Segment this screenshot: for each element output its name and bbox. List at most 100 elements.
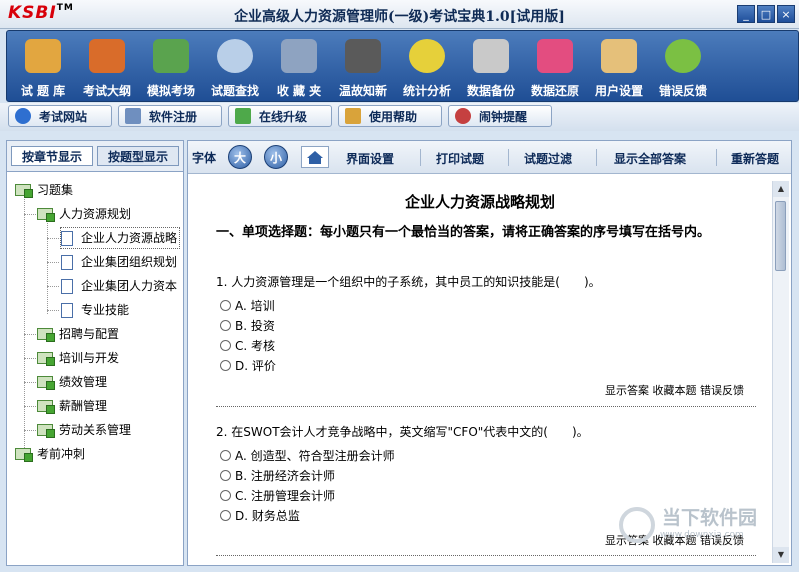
tree-node-hr-strategy[interactable]: 企业人力资源战略 — [59, 227, 181, 249]
restart-answers-button[interactable]: 重新答题 — [731, 150, 779, 167]
print-questions-button[interactable]: 打印试题 — [436, 150, 484, 167]
scroll-down-arrow[interactable]: ▼ — [773, 547, 789, 563]
filter-questions-button[interactable]: 试题过滤 — [524, 150, 572, 167]
restore-icon — [537, 39, 573, 73]
main-toolbar: 试 题 库 考试大纲 模拟考场 试题查找 收 藏 夹 温故知新 统计分析 数据备… — [6, 30, 799, 102]
board-icon — [345, 39, 381, 73]
question-2-option-a[interactable]: A. 创造型、符合型注册会计师 — [220, 447, 395, 464]
close-button[interactable]: × — [777, 5, 795, 23]
folder-icon — [37, 352, 55, 366]
tree-node-exercises[interactable]: 习题集 — [15, 180, 73, 200]
radio-button[interactable] — [220, 490, 231, 501]
refresh-icon — [665, 39, 701, 73]
vertical-scrollbar[interactable]: ▲ ▼ — [772, 181, 789, 563]
folder-icon — [37, 400, 55, 414]
folder-icon — [37, 424, 55, 438]
watermark-text: 当下软件园 — [662, 507, 758, 529]
scrollbar-thumb[interactable] — [775, 201, 786, 271]
pie-chart-icon — [409, 39, 445, 73]
radio-button[interactable] — [220, 450, 231, 461]
question-1-option-d[interactable]: D. 评价 — [220, 357, 276, 374]
tree-node-professional-skills[interactable]: 专业技能 — [61, 300, 129, 320]
radio-button[interactable] — [220, 470, 231, 481]
toolbar-question-bank[interactable]: 试 题 库 — [11, 31, 75, 101]
calendar-icon — [89, 39, 125, 73]
question-2-option-d[interactable]: D. 财务总监 — [220, 507, 300, 524]
folder-icon — [37, 208, 55, 222]
page-title: 企业人力资源战略规划 — [404, 193, 555, 211]
toolbar-mock-exam[interactable]: 模拟考场 — [139, 31, 203, 101]
exam-website-button[interactable]: 考试网站 — [8, 105, 112, 127]
radio-button[interactable] — [220, 300, 231, 311]
question-1-text: 1. 人力资源管理是一个组织中的子系统，其中员工的知识技能是( )。 — [216, 275, 601, 289]
toolbar-favorites[interactable]: 收 藏 夹 — [267, 31, 331, 101]
maximize-button[interactable]: □ — [757, 5, 775, 23]
question-2-text: 2. 在SWOT会计人才竞争战略中，英文缩写"CFO"代表中文的( )。 — [216, 425, 589, 439]
radio-button[interactable] — [220, 320, 231, 331]
tree-node-training[interactable]: 培训与开发 — [37, 348, 119, 368]
download-icon — [235, 108, 251, 124]
question-1-option-c[interactable]: C. 考核 — [220, 337, 275, 354]
alarm-icon — [455, 108, 471, 124]
title-bar: KSBITM 企业高级人力资源管理师(一级)考试宝典1.0[试用版] _ □ × — [0, 0, 799, 29]
watermark-url: www.downxia.com — [660, 530, 744, 540]
toolbar-statistics[interactable]: 统计分析 — [395, 31, 459, 101]
watermark-logo — [619, 507, 655, 543]
folder-icon — [37, 328, 55, 342]
folder-icon — [37, 376, 55, 390]
toolbar-restore[interactable]: 数据还原 — [523, 31, 587, 101]
section-heading: 一、单项选择题：每小题只有一个最恰当的答案，请将正确答案的序号填写在括号内。 — [216, 225, 711, 240]
tree-node-compensation[interactable]: 薪酬管理 — [37, 396, 107, 416]
tree-node-hr-planning[interactable]: 人力资源规划 — [37, 204, 131, 224]
tree-node-labor-relations[interactable]: 劳动关系管理 — [37, 420, 131, 440]
radio-button[interactable] — [220, 510, 231, 521]
folder-icon — [281, 39, 317, 73]
question-1-actions[interactable]: 显示答案 收藏本题 错误反馈 — [605, 382, 744, 398]
document-icon — [61, 230, 73, 246]
help-icon — [345, 108, 361, 124]
question-1-option-a[interactable]: A. 培训 — [220, 297, 275, 314]
toolbar-user-settings[interactable]: 用户设置 — [587, 31, 651, 101]
toolbar-review[interactable]: 温故知新 — [331, 31, 395, 101]
show-all-answers-button[interactable]: 显示全部答案 — [614, 150, 686, 167]
folder-icon — [15, 448, 33, 462]
font-large-button[interactable]: 大 — [228, 145, 252, 169]
tree-node-org-planning[interactable]: 企业集团组织规划 — [61, 252, 177, 272]
tab-by-chapter[interactable]: 按章节显示 — [11, 146, 93, 166]
ie-icon — [15, 108, 31, 124]
tree-node-human-capital[interactable]: 企业集团人力资本 — [61, 276, 177, 296]
register-button[interactable]: 软件注册 — [118, 105, 222, 127]
help-button[interactable]: 使用帮助 — [338, 105, 442, 127]
disk-icon — [473, 39, 509, 73]
magnifier-icon — [217, 39, 253, 73]
document-icon — [61, 278, 73, 294]
alarm-button[interactable]: 闹钟提醒 — [448, 105, 552, 127]
radio-button[interactable] — [220, 360, 231, 371]
window-title: 企业高级人力资源管理师(一级)考试宝典1.0[试用版] — [234, 9, 565, 25]
home-button[interactable] — [301, 146, 329, 168]
radio-button[interactable] — [220, 340, 231, 351]
minimize-button[interactable]: _ — [737, 5, 755, 23]
tree-node-performance[interactable]: 绩效管理 — [37, 372, 107, 392]
font-label: 字体 — [192, 151, 217, 165]
tab-by-question-type[interactable]: 按题型显示 — [97, 146, 179, 166]
folder-icon — [15, 184, 33, 198]
online-upgrade-button[interactable]: 在线升级 — [228, 105, 332, 127]
document-icon — [61, 302, 73, 318]
toolbar-search[interactable]: 试题查找 — [203, 31, 267, 101]
tree-node-pre-exam[interactable]: 考前冲刺 — [15, 444, 85, 464]
register-icon — [125, 108, 141, 124]
document-icon — [61, 254, 73, 270]
question-2-option-c[interactable]: C. 注册管理会计师 — [220, 487, 335, 504]
toolbar-syllabus[interactable]: 考试大纲 — [75, 31, 139, 101]
question-1-option-b[interactable]: B. 投资 — [220, 317, 275, 334]
interface-settings-button[interactable]: 界面设置 — [346, 150, 394, 167]
tree-node-recruitment[interactable]: 招聘与配置 — [37, 324, 119, 344]
toolbar-error-feedback[interactable]: 错误反馈 — [651, 31, 715, 101]
book-icon — [25, 39, 61, 73]
toolbar-backup[interactable]: 数据备份 — [459, 31, 523, 101]
question-2-option-b[interactable]: B. 注册经济会计师 — [220, 467, 335, 484]
user-icon — [601, 39, 637, 73]
font-small-button[interactable]: 小 — [264, 145, 288, 169]
scroll-up-arrow[interactable]: ▲ — [773, 181, 789, 197]
